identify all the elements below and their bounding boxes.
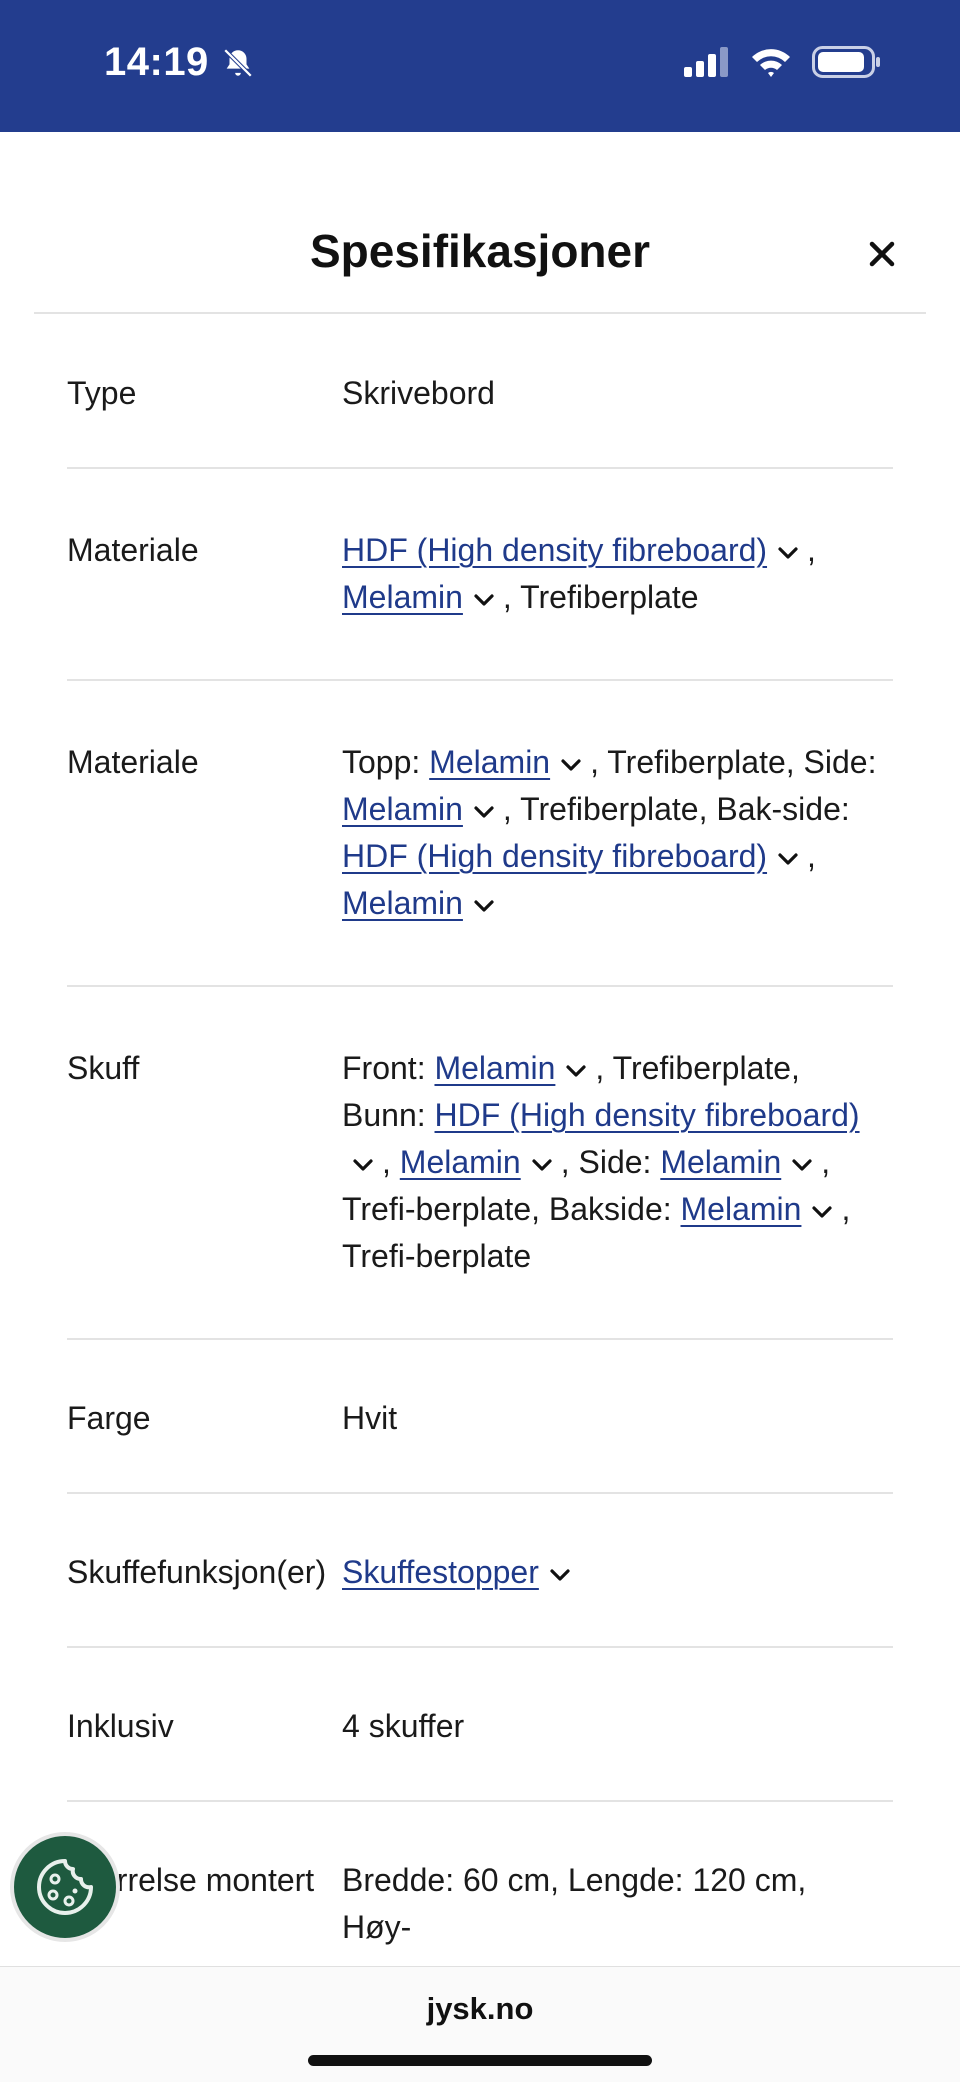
spec-value: Topp: Melamin , Trefiberplate, Side: Mela…: [342, 739, 893, 927]
chevron-down-icon[interactable]: [777, 546, 799, 560]
material-link[interactable]: Skuffestopper: [342, 1554, 539, 1590]
sheet-header: Spesifikasjoner: [34, 200, 926, 314]
status-time: 14:19: [104, 40, 255, 85]
spec-value: Hvit: [342, 1395, 893, 1442]
spec-row: Inklusiv 4 skuffer: [67, 1648, 893, 1802]
spec-row: Type Skrivebord: [67, 315, 893, 469]
material-link[interactable]: HDF (High density fibreboard): [435, 1097, 860, 1133]
spec-text: Bredde: 60 cm, Lengde: 120 cm, Høy-: [342, 1862, 807, 1945]
status-icons: [684, 46, 882, 78]
material-link[interactable]: HDF (High density fibreboard): [342, 838, 767, 874]
spec-row: Skuffefunksjon(er) Skuffestopper: [67, 1494, 893, 1648]
material-link[interactable]: Melamin: [429, 744, 550, 780]
spec-value: HDF (High density fibreboard), Melamin , …: [342, 527, 893, 621]
spec-text: , Trefiberplate, Bak-side:: [502, 791, 850, 827]
battery-icon: [812, 46, 880, 78]
material-link[interactable]: Melamin: [660, 1144, 781, 1180]
spec-row: Størrelse montert Bredde: 60 cm, Lengde: …: [67, 1802, 893, 1951]
spec-row: Materiale HDF (High density fibreboard), …: [67, 469, 893, 681]
spec-text: ,: [807, 532, 816, 568]
spec-label: Type: [67, 375, 137, 411]
spec-text: ,: [382, 1144, 400, 1180]
spec-text: Skrivebord: [342, 375, 495, 411]
spec-text: , Trefiberplate: [502, 579, 699, 615]
material-link[interactable]: Melamin: [681, 1191, 802, 1227]
sheet-title: Spesifikasjoner: [309, 225, 651, 277]
cookie-settings-button[interactable]: [10, 1832, 120, 1942]
spec-text: ,: [807, 838, 816, 874]
clock: 14:19: [104, 40, 209, 84]
spec-text: , Trefiberplate, Side:: [590, 744, 877, 780]
material-link[interactable]: Melamin: [342, 579, 463, 615]
spec-row: Materiale Topp: Melamin , Trefiberplate, S…: [67, 681, 893, 987]
spec-value: Skrivebord: [342, 370, 893, 417]
spec-value: Bredde: 60 cm, Lengde: 120 cm, Høy-: [342, 1857, 893, 1951]
chevron-down-icon[interactable]: [549, 1568, 571, 1582]
close-icon[interactable]: [858, 230, 906, 278]
spec-value: Front: Melamin, Trefiberplate, Bunn: HDF…: [342, 1045, 893, 1280]
chevron-down-icon[interactable]: [531, 1158, 553, 1172]
bell-slash-icon: [223, 48, 253, 77]
spec-text: Topp:: [342, 744, 430, 780]
chevron-down-icon[interactable]: [473, 899, 495, 913]
chevron-down-icon[interactable]: [565, 1064, 587, 1078]
chevron-down-icon[interactable]: [560, 758, 582, 772]
chevron-down-icon[interactable]: [473, 805, 495, 819]
wifi-icon: [752, 49, 790, 77]
spec-text: Hvit: [342, 1400, 398, 1436]
browser-bottom-bar: jysk.no: [0, 1966, 960, 2082]
spec-label: Skuff: [67, 1050, 140, 1086]
chevron-down-icon[interactable]: [777, 852, 799, 866]
spec-value: Skuffestopper: [342, 1549, 893, 1596]
spec-label: Materiale: [67, 532, 199, 568]
material-link[interactable]: Melamin: [434, 1050, 555, 1086]
material-link[interactable]: HDF (High density fibreboard): [342, 532, 767, 568]
spec-value: 4 skuffer: [342, 1703, 893, 1750]
chevron-down-icon[interactable]: [473, 593, 495, 607]
spec-list: Type Skrivebord Materiale HDF (High density…: [67, 315, 893, 1951]
spec-text: , Side:: [560, 1144, 661, 1180]
spec-label: Farge: [67, 1400, 151, 1436]
chevron-down-icon[interactable]: [352, 1158, 374, 1172]
spec-label: Inklusiv: [67, 1708, 174, 1744]
signal-icon: [684, 47, 728, 77]
spec-row: Skuff Front: Melamin, Trefiberplate, Bunn…: [67, 987, 893, 1340]
spec-label: Materiale: [67, 744, 199, 780]
material-link[interactable]: Melamin: [342, 791, 463, 827]
material-link[interactable]: Melamin: [400, 1144, 521, 1180]
spec-label: Skuffefunksjon(er): [67, 1554, 327, 1590]
home-indicator: [308, 2055, 652, 2066]
chevron-down-icon[interactable]: [791, 1158, 813, 1172]
spec-text: Front:: [342, 1050, 435, 1086]
material-link[interactable]: Melamin: [342, 885, 463, 921]
status-bar: 14:19: [0, 0, 960, 132]
domain-label[interactable]: jysk.no: [0, 1991, 960, 2027]
chevron-down-icon[interactable]: [811, 1205, 833, 1219]
spec-text: 4 skuffer: [342, 1708, 465, 1744]
spec-row: Farge Hvit: [67, 1340, 893, 1494]
cookie-icon: [37, 1859, 93, 1915]
